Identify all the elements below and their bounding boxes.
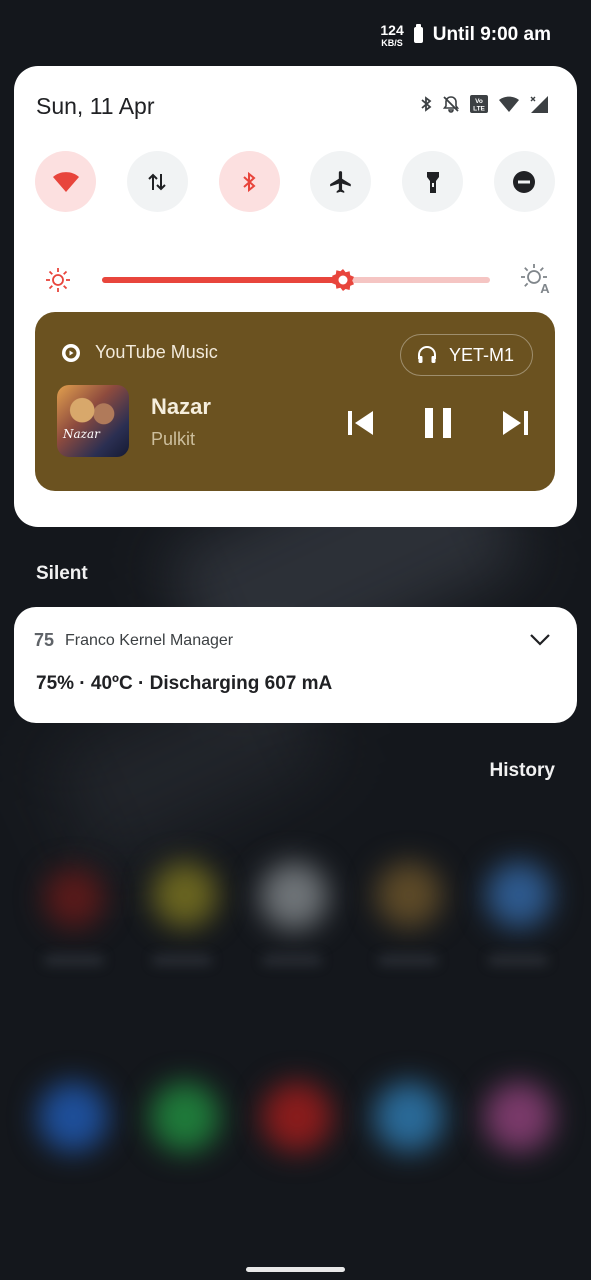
brightness-slider-thumb[interactable] (331, 269, 354, 291)
skip-next-icon[interactable] (501, 410, 529, 436)
cell-signal-icon (530, 96, 548, 113)
quick-tiles (35, 151, 555, 212)
brightness-slider-fill (102, 277, 343, 283)
status-icons: Vo LTE (419, 94, 549, 114)
blurred-app-icon (44, 868, 104, 928)
notification-header: 75 Franco Kernel Manager (34, 630, 233, 651)
notification-text: 75% · 40ºC · Discharging 607 mA (36, 673, 333, 694)
network-speed-value: 124 (380, 21, 404, 38)
svg-text:Vo: Vo (475, 98, 483, 105)
track-title: Nazar (151, 394, 211, 419)
notification-app-icon: 75 (34, 630, 55, 650)
pause-icon[interactable] (425, 408, 451, 438)
volte-icon: VoLTE (470, 95, 488, 113)
flashlight-icon (426, 171, 439, 193)
media-app-name: YouTube Music (95, 342, 218, 362)
quick-settings-panel: Sun, 11 Apr Vo LTE A YouTube Music YET-M… (14, 66, 577, 527)
brightness-control: A (42, 262, 552, 298)
svg-text:LTE: LTE (473, 106, 485, 113)
media-app-header: YouTube Music (61, 342, 218, 363)
album-art: Nazar (57, 385, 129, 457)
tile-airplane-mode[interactable] (310, 151, 372, 212)
track-artist: Pulkit (151, 429, 196, 449)
blurred-app-icon (484, 1082, 554, 1152)
bluetooth-icon (243, 171, 256, 192)
battery-estimate: Until 9:00 am (432, 24, 551, 45)
blurred-app-icon (376, 862, 442, 928)
notification-franco-kernel[interactable]: 75 Franco Kernel Manager 75% · 40ºC · Di… (14, 607, 577, 723)
blurred-app-icon (260, 862, 328, 930)
youtube-music-icon (62, 343, 80, 362)
date-label[interactable]: Sun, 11 Apr (36, 93, 155, 120)
headphones-icon (417, 346, 436, 363)
status-bar: 124 KB/S Until 9:00 am (380, 20, 551, 50)
output-device-name: YET-M1 (448, 344, 514, 365)
blurred-app-icon (486, 862, 552, 928)
network-speed: 124 KB/S (380, 23, 403, 48)
network-speed-unit: KB/S (381, 37, 403, 48)
tile-bluetooth[interactable] (218, 151, 280, 212)
tile-flashlight[interactable] (402, 151, 464, 212)
history-button[interactable]: History (490, 760, 555, 782)
media-player[interactable]: YouTube Music YET-M1 Nazar Nazar Pulkit (35, 312, 555, 491)
bluetooth-icon (421, 96, 432, 112)
blurred-app-icon (262, 1082, 332, 1152)
output-device-chip[interactable]: YET-M1 (399, 334, 533, 376)
brightness-slider[interactable] (102, 269, 490, 291)
gesture-nav-handle[interactable] (246, 1267, 345, 1272)
blurred-app-icon (374, 1082, 444, 1152)
album-art-title: Nazar (63, 427, 100, 441)
media-controls (347, 408, 529, 438)
svg-text:A: A (540, 281, 550, 294)
silent-section-header: Silent (36, 563, 88, 584)
blurred-app-icon (152, 862, 218, 928)
battery-icon (413, 24, 423, 43)
brightness-low-icon (46, 268, 70, 292)
skip-previous-icon[interactable] (347, 410, 375, 436)
dnd-icon (513, 170, 536, 193)
tile-wifi[interactable] (35, 151, 96, 212)
blurred-app-icon (38, 1082, 108, 1152)
blurred-app-icon (150, 1082, 220, 1152)
chevron-down-icon[interactable] (529, 633, 551, 647)
tile-mobile-data[interactable] (126, 151, 188, 212)
tile-do-not-disturb[interactable] (493, 151, 555, 212)
wifi-signal-icon (499, 96, 519, 112)
airplane-icon (330, 170, 351, 193)
data-arrows-icon (148, 173, 167, 190)
notification-app-name: Franco Kernel Manager (65, 631, 234, 649)
auto-brightness-icon[interactable]: A (520, 264, 552, 294)
bell-off-icon (442, 96, 460, 113)
wifi-icon (52, 171, 79, 192)
